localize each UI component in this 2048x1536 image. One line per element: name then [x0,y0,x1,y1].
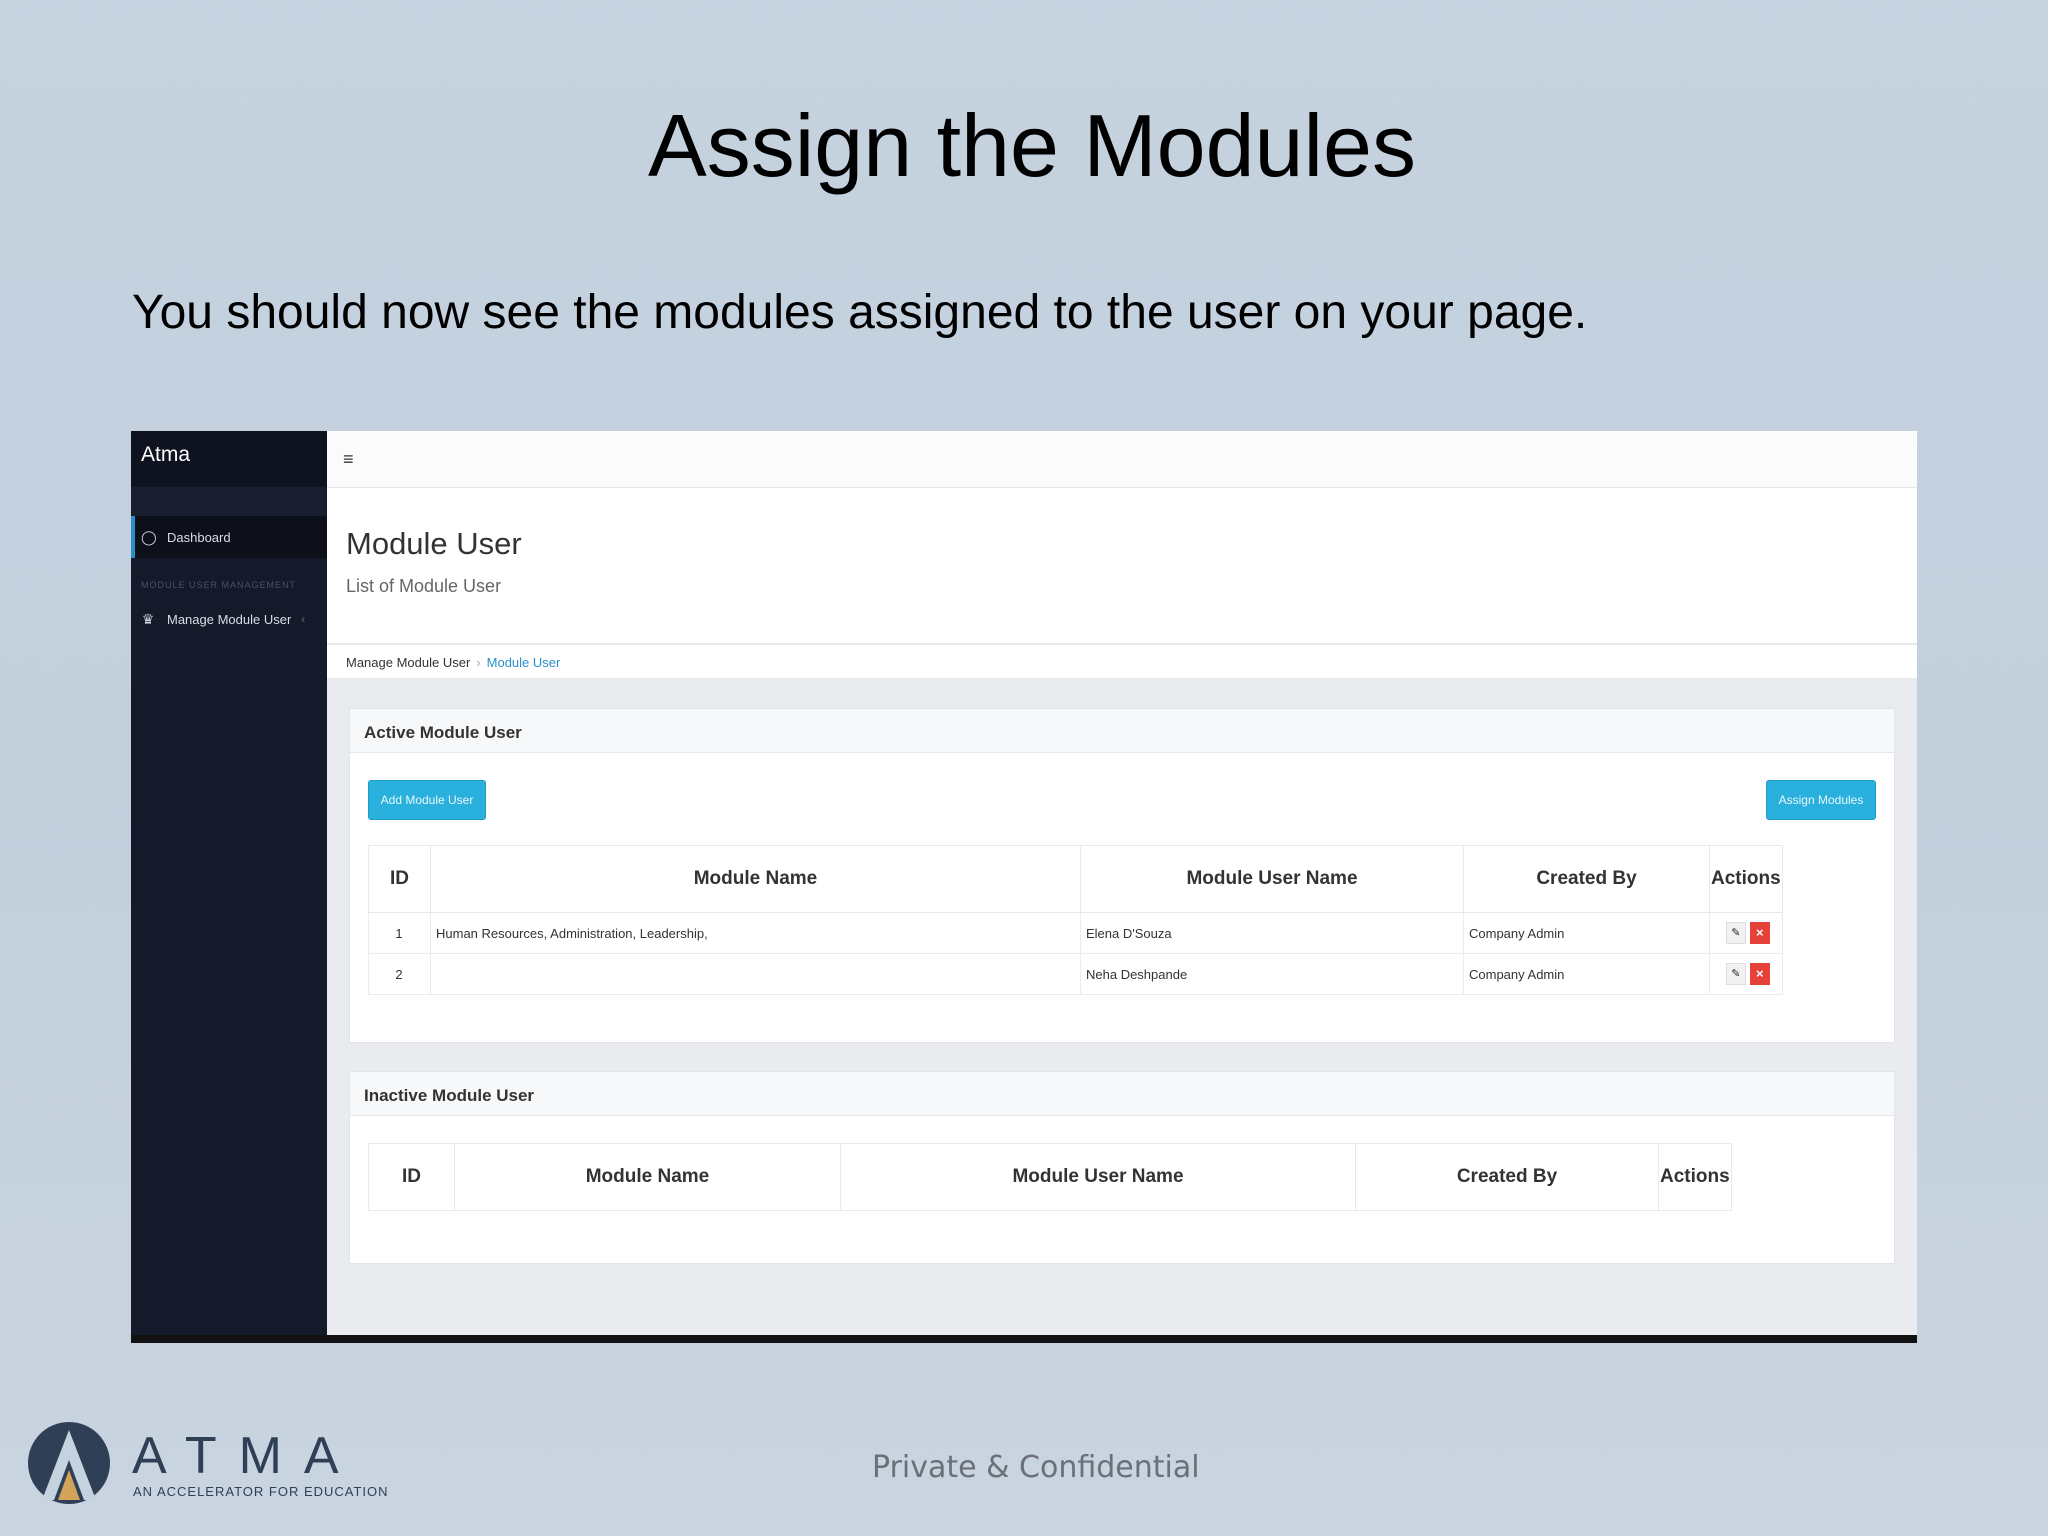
sidebar-item-label: Manage Module User [167,611,292,627]
edit-icon[interactable]: ✎ [1725,963,1746,985]
dashboard-icon: ◯ [141,529,157,545]
table-header-row: ID Module Name Module User Name Created … [368,1143,1732,1211]
column-header[interactable]: Module Name [430,845,1081,913]
top-bar: ≡ [327,431,1917,488]
sidebar: Atma ◯ Dashboard MODULE USER MANAGEMENT … [131,431,327,1343]
users-icon: ♛ [141,611,155,627]
column-header[interactable]: ID [368,845,431,913]
inactive-module-user-panel: Inactive Module User ID Module Name Modu… [349,1071,1895,1264]
cell-actions: ✎ × [1709,912,1783,954]
column-header: Actions [1658,1143,1732,1211]
page-title: Module User [346,526,522,561]
column-header[interactable]: Module User Name [840,1143,1356,1211]
breadcrumb-link[interactable]: Manage Module User [346,655,470,670]
assign-modules-button[interactable]: Assign Modules [1766,780,1876,820]
screenshot-bottom-border [131,1335,1917,1343]
column-header[interactable]: Created By [1463,845,1710,913]
panel-title: Inactive Module User [350,1072,1894,1116]
cell-id: 1 [368,912,431,954]
logo-tagline: AN ACCELERATOR FOR EDUCATION [133,1484,389,1499]
cell-created-by: Company Admin [1463,912,1710,954]
logo-text: ATMA [132,1427,361,1485]
add-module-user-button[interactable]: Add Module User [368,780,486,820]
delete-icon[interactable]: × [1749,922,1770,944]
page-header: Module User List of Module User [327,488,1917,643]
table-row: 1 Human Resources, Administration, Leade… [368,912,1783,954]
table-header-row: ID Module Name Module User Name Created … [368,845,1783,913]
cell-created-by: Company Admin [1463,953,1710,995]
column-header[interactable]: Module User Name [1080,845,1464,913]
app-brand[interactable]: Atma [131,431,327,487]
cell-module-name [430,953,1081,995]
column-header[interactable]: ID [368,1143,455,1211]
sidebar-section-header: MODULE USER MANAGEMENT [141,580,297,590]
footer-text: Private & Confidential [872,1450,1200,1485]
edit-icon[interactable]: ✎ [1725,922,1746,944]
column-header: Actions [1709,845,1783,913]
breadcrumb-separator: › [476,655,481,670]
breadcrumb: Manage Module User › Module User [327,644,1917,678]
chevron-left-icon: ‹ [301,612,306,626]
sidebar-item-dashboard[interactable]: ◯ Dashboard [131,516,327,558]
active-module-user-table: ID Module Name Module User Name Created … [368,845,1783,995]
cell-user-name: Neha Deshpande [1080,953,1464,995]
sidebar-item-label: Dashboard [167,529,231,545]
hamburger-icon[interactable]: ≡ [343,449,354,470]
atma-logo-mark-icon [28,1422,110,1504]
sidebar-item-manage-module-user[interactable]: ♛ Manage Module User ‹ [131,598,327,640]
sidebar-search-strip [131,487,327,516]
slide-subtitle: You should now see the modules assigned … [132,286,1588,339]
cell-id: 2 [368,953,431,995]
table-row: 2 Neha Deshpande Company Admin ✎ × [368,953,1783,995]
inactive-module-user-table: ID Module Name Module User Name Created … [368,1143,1732,1211]
cell-actions: ✎ × [1709,953,1783,995]
cell-user-name: Elena D'Souza [1080,912,1464,954]
app-screenshot: Atma ◯ Dashboard MODULE USER MANAGEMENT … [131,431,1917,1343]
page-subtitle: List of Module User [346,576,502,596]
column-header[interactable]: Module Name [454,1143,841,1211]
breadcrumb-current[interactable]: Module User [487,655,561,670]
panel-title: Active Module User [350,709,1894,753]
column-header[interactable]: Created By [1355,1143,1659,1211]
slide-title: Assign the Modules [648,96,1416,195]
active-module-user-panel: Active Module User Add Module User Assig… [349,708,1895,1043]
delete-icon[interactable]: × [1749,963,1770,985]
atma-logo [26,1420,112,1511]
cell-module-name: Human Resources, Administration, Leaders… [430,912,1081,954]
